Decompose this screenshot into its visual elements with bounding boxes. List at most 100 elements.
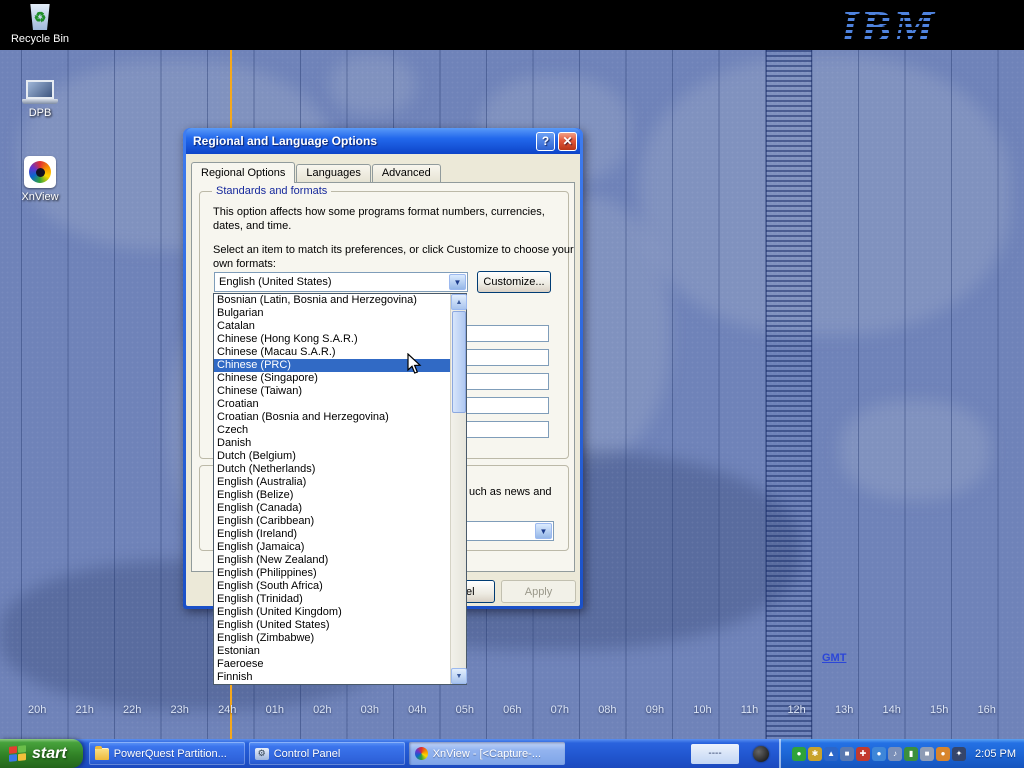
list-scrollbar[interactable]: ▲ ▼ bbox=[450, 294, 466, 684]
chevron-down-icon[interactable]: ▼ bbox=[535, 523, 552, 539]
hour-label: 06h bbox=[503, 704, 521, 716]
language-option[interactable]: Bosnian (Latin, Bosnia and Herzegovina) bbox=[214, 294, 450, 307]
dialog-tab[interactable]: Regional Options bbox=[191, 162, 295, 183]
tray-icon[interactable]: ▮ bbox=[904, 747, 918, 761]
language-option[interactable]: English (Ireland) bbox=[214, 528, 450, 541]
tray-icon[interactable]: ■ bbox=[840, 747, 854, 761]
language-option[interactable]: Czech bbox=[214, 424, 450, 437]
tray-icon[interactable]: ● bbox=[936, 747, 950, 761]
tray-icon[interactable]: ▲ bbox=[824, 747, 838, 761]
windows-flag-icon bbox=[9, 745, 26, 762]
hour-label: 02h bbox=[313, 704, 331, 716]
location-text-fragment: uch as news and bbox=[469, 486, 564, 498]
hour-label: 01h bbox=[266, 704, 284, 716]
language-option[interactable]: English (United Kingdom) bbox=[214, 606, 450, 619]
language-option[interactable]: Catalan bbox=[214, 320, 450, 333]
task-icon bbox=[95, 748, 109, 760]
standards-format-combobox[interactable]: English (United States) ▼ bbox=[214, 272, 468, 292]
laptop-icon bbox=[22, 80, 58, 104]
dialog-titlebar[interactable]: Regional and Language Options ? ✕ bbox=[186, 128, 580, 154]
standards-instruction: Select an item to match its preferences,… bbox=[213, 243, 585, 271]
language-option[interactable]: Chinese (Taiwan) bbox=[214, 385, 450, 398]
language-option[interactable]: Croatian bbox=[214, 398, 450, 411]
desktop-icon-recycle-bin[interactable]: ♻ Recycle Bin bbox=[2, 4, 78, 45]
language-option[interactable]: English (Caribbean) bbox=[214, 515, 450, 528]
tray-icon[interactable]: ♪ bbox=[888, 747, 902, 761]
taskbar: start PowerQuest Partition... Control Pa… bbox=[0, 739, 1024, 768]
top-strip: IBM bbox=[0, 0, 1024, 50]
close-button[interactable]: ✕ bbox=[558, 132, 577, 151]
language-option[interactable]: English (Jamaica) bbox=[214, 541, 450, 554]
scrollbar-thumb[interactable] bbox=[452, 311, 466, 413]
language-option[interactable]: Bulgarian bbox=[214, 307, 450, 320]
taskbar-clock: 2:05 PM bbox=[975, 748, 1016, 760]
recycle-bin-icon: ♻ bbox=[29, 4, 51, 30]
taskbar-task-button[interactable]: Control Panel bbox=[249, 742, 405, 765]
dialog-title: Regional and Language Options bbox=[193, 134, 533, 148]
language-option[interactable]: Chinese (Hong Kong S.A.R.) bbox=[214, 333, 450, 346]
hour-label: 24h bbox=[218, 704, 236, 716]
dialog-tab[interactable]: Languages bbox=[296, 164, 370, 182]
tray-icon[interactable]: ■ bbox=[920, 747, 934, 761]
taskbar-tasks: PowerQuest Partition... Control Panel Xn… bbox=[83, 739, 567, 768]
taskbar-task-button[interactable]: PowerQuest Partition... bbox=[89, 742, 245, 765]
mouse-cursor-icon bbox=[407, 353, 422, 375]
desktop-icon-label: Recycle Bin bbox=[2, 33, 78, 45]
taskbar-overflow-button[interactable]: ---- bbox=[691, 744, 739, 764]
taskbar-dark-icon[interactable] bbox=[753, 746, 769, 762]
language-option[interactable]: English (South Africa) bbox=[214, 580, 450, 593]
language-option[interactable]: Croatian (Bosnia and Herzegovina) bbox=[214, 411, 450, 424]
hour-label: 07h bbox=[551, 704, 569, 716]
group-label: Standards and formats bbox=[212, 185, 331, 197]
language-option[interactable]: English (Trinidad) bbox=[214, 593, 450, 606]
desktop-icon-dpb[interactable]: DPB bbox=[2, 80, 78, 119]
gmt-hatch-band bbox=[766, 50, 812, 739]
taskbar-empty-space bbox=[567, 739, 687, 768]
system-tray: ● ✱ ▲ ■ ✚ ● ♪ ▮ ■ ● bbox=[779, 739, 1024, 768]
start-label: start bbox=[32, 745, 67, 763]
language-option[interactable]: English (Canada) bbox=[214, 502, 450, 515]
taskbar-task-button[interactable]: XnView - [<Capture-... bbox=[409, 742, 565, 765]
language-option[interactable]: Dutch (Netherlands) bbox=[214, 463, 450, 476]
language-option[interactable]: Faeroese bbox=[214, 658, 450, 671]
customize-button[interactable]: Customize... bbox=[477, 271, 551, 293]
hour-label: 11h bbox=[741, 704, 759, 716]
hour-label: 04h bbox=[408, 704, 426, 716]
hour-label: 03h bbox=[361, 704, 379, 716]
hour-label: 22h bbox=[123, 704, 141, 716]
tray-icon[interactable]: ✱ bbox=[808, 747, 822, 761]
timezone-hour-scale: 20h21h22h23h24h01h02h03h04h05h06h07h08h0… bbox=[0, 704, 1024, 716]
tray-icon[interactable]: ● bbox=[872, 747, 886, 761]
language-option[interactable]: Danish bbox=[214, 437, 450, 450]
language-dropdown-list: ▲ ▼ Bosnian (Latin, Bosnia and Herzegovi… bbox=[213, 293, 467, 685]
scroll-up-icon[interactable]: ▲ bbox=[451, 294, 467, 310]
chevron-down-icon[interactable]: ▼ bbox=[449, 274, 466, 290]
language-option[interactable]: Finnish bbox=[214, 671, 450, 684]
task-label: XnView - [<Capture-... bbox=[433, 748, 541, 760]
language-option[interactable]: English (Zimbabwe) bbox=[214, 632, 450, 645]
language-option[interactable]: English (New Zealand) bbox=[214, 554, 450, 567]
language-option[interactable]: English (Philippines) bbox=[214, 567, 450, 580]
language-option[interactable]: Estonian bbox=[214, 645, 450, 658]
language-option[interactable]: English (Belize) bbox=[214, 489, 450, 502]
scroll-down-icon[interactable]: ▼ bbox=[451, 668, 467, 684]
tray-icon[interactable]: ✚ bbox=[856, 747, 870, 761]
combobox-value: English (United States) bbox=[219, 276, 332, 288]
hour-label: 16h bbox=[978, 704, 996, 716]
task-label: PowerQuest Partition... bbox=[114, 748, 227, 760]
task-icon bbox=[415, 747, 428, 760]
language-option[interactable]: Dutch (Belgium) bbox=[214, 450, 450, 463]
tray-icon[interactable]: ● bbox=[792, 747, 806, 761]
help-button[interactable]: ? bbox=[536, 132, 555, 151]
dialog-tab[interactable]: Advanced bbox=[372, 164, 441, 182]
start-button[interactable]: start bbox=[0, 739, 83, 768]
hour-label: 23h bbox=[171, 704, 189, 716]
tray-icon[interactable]: ✦ bbox=[952, 747, 966, 761]
desktop-icon-xnview[interactable]: XnView bbox=[2, 156, 78, 203]
dialog-tabs: Regional OptionsLanguagesAdvanced bbox=[191, 162, 442, 182]
desktop: GMT 20h21h22h23h24h01h02h03h04h05h06h07h… bbox=[0, 0, 1024, 768]
gmt-label: GMT bbox=[822, 652, 846, 664]
language-option[interactable]: English (United States) bbox=[214, 619, 450, 632]
hour-label: 15h bbox=[930, 704, 948, 716]
language-option[interactable]: English (Australia) bbox=[214, 476, 450, 489]
